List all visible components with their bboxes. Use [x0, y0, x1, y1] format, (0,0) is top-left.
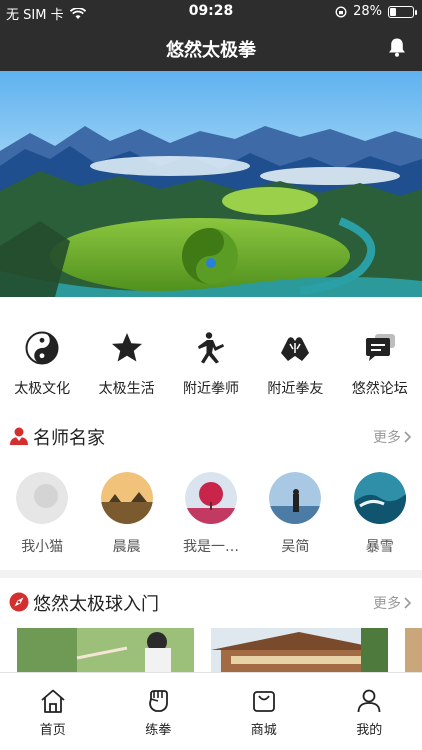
quick-item-life[interactable]: 太极生活: [84, 318, 168, 408]
video-thumbnail[interactable]: [405, 628, 422, 672]
shop-bag-icon: [252, 691, 275, 712]
quick-item-nearby-masters[interactable]: 附近拳师: [169, 318, 253, 408]
yin-yang-icon: [24, 330, 60, 366]
quick-item-label: 附近拳友: [267, 381, 324, 397]
quick-item-forum[interactable]: 悠然论坛: [338, 318, 422, 408]
quick-menu: 太极文化 太极生活 附近拳师 附近拳友 悠然论坛: [0, 318, 422, 408]
more-link[interactable]: 更多: [373, 427, 412, 447]
banner-carousel[interactable]: [0, 71, 422, 297]
master-card[interactable]: 晨晨: [84, 472, 168, 562]
master-card[interactable]: 我小猫: [0, 472, 84, 562]
quick-item-label: 太极文化: [14, 381, 71, 397]
tab-bar: 首页 练拳 商城 我的: [0, 672, 422, 750]
compass-icon: [9, 592, 29, 612]
taichi-master-icon: [193, 330, 229, 366]
more-label: 更多: [373, 430, 401, 446]
home-icon: [41, 689, 65, 713]
chat-bubble-icon: [362, 330, 398, 366]
master-name: 我小猫: [21, 539, 64, 555]
carousel-indicator: [206, 258, 216, 268]
chevron-right-icon: [404, 597, 412, 609]
nav-bar: 悠然太极拳: [0, 24, 422, 71]
tab-shop[interactable]: 商城: [211, 673, 317, 750]
avatar: [100, 472, 153, 524]
battery-icon: [388, 5, 417, 18]
tab-label: 我的: [356, 723, 383, 738]
tab-practice[interactable]: 练拳: [106, 673, 212, 750]
quick-item-label: 悠然论坛: [351, 381, 408, 397]
avatar: [353, 472, 406, 524]
section-divider: [0, 570, 422, 578]
more-label: 更多: [373, 596, 401, 612]
intro-section-header: 悠然太极球入门 更多: [0, 584, 422, 620]
page-title: 悠然太极拳: [166, 40, 256, 61]
avatar: [269, 472, 322, 524]
fist-icon: [149, 690, 169, 712]
intro-thumbnails: [0, 628, 422, 672]
teacher-icon: [10, 427, 28, 445]
video-thumbnail[interactable]: [17, 628, 194, 672]
master-card[interactable]: 我是一…: [169, 472, 253, 562]
master-name: 吴简: [281, 539, 310, 555]
battery-percent: 28%: [353, 4, 382, 19]
masters-section-header: 名师名家 更多: [0, 418, 422, 454]
master-name: 暴雪: [365, 539, 394, 555]
section-title: 悠然太极球入门: [33, 594, 159, 615]
chevron-right-icon: [404, 431, 412, 443]
quick-item-nearby-friends[interactable]: 附近拳友: [253, 318, 337, 408]
fist-bump-icon: [277, 330, 313, 366]
master-card[interactable]: 暴雪: [338, 472, 422, 562]
star-icon: [109, 330, 145, 366]
video-thumbnail[interactable]: [211, 628, 388, 672]
master-name: 晨晨: [112, 539, 141, 555]
status-bar: 无 SIM 卡 09:28 28%: [0, 0, 422, 24]
tab-home[interactable]: 首页: [0, 673, 106, 750]
master-card[interactable]: 吴简: [253, 472, 337, 562]
tab-label: 首页: [39, 723, 66, 738]
more-link[interactable]: 更多: [373, 593, 412, 613]
quick-item-culture[interactable]: 太极文化: [0, 318, 84, 408]
status-right: 28%: [335, 4, 417, 19]
user-icon: [357, 689, 381, 713]
tab-label: 练拳: [145, 723, 172, 738]
tab-label: 商城: [250, 723, 277, 738]
master-name: 我是一…: [182, 539, 239, 555]
quick-item-label: 太极生活: [98, 381, 155, 397]
section-title: 名师名家: [33, 428, 105, 449]
avatar: [184, 472, 237, 524]
orientation-lock-icon: [335, 6, 347, 17]
avatar: [16, 472, 69, 524]
tab-me[interactable]: 我的: [317, 673, 422, 750]
bell-icon[interactable]: [386, 36, 408, 58]
masters-list: 我小猫 晨晨 我是一… 吴简 暴雪: [0, 472, 422, 562]
quick-item-label: 附近拳师: [182, 381, 239, 397]
